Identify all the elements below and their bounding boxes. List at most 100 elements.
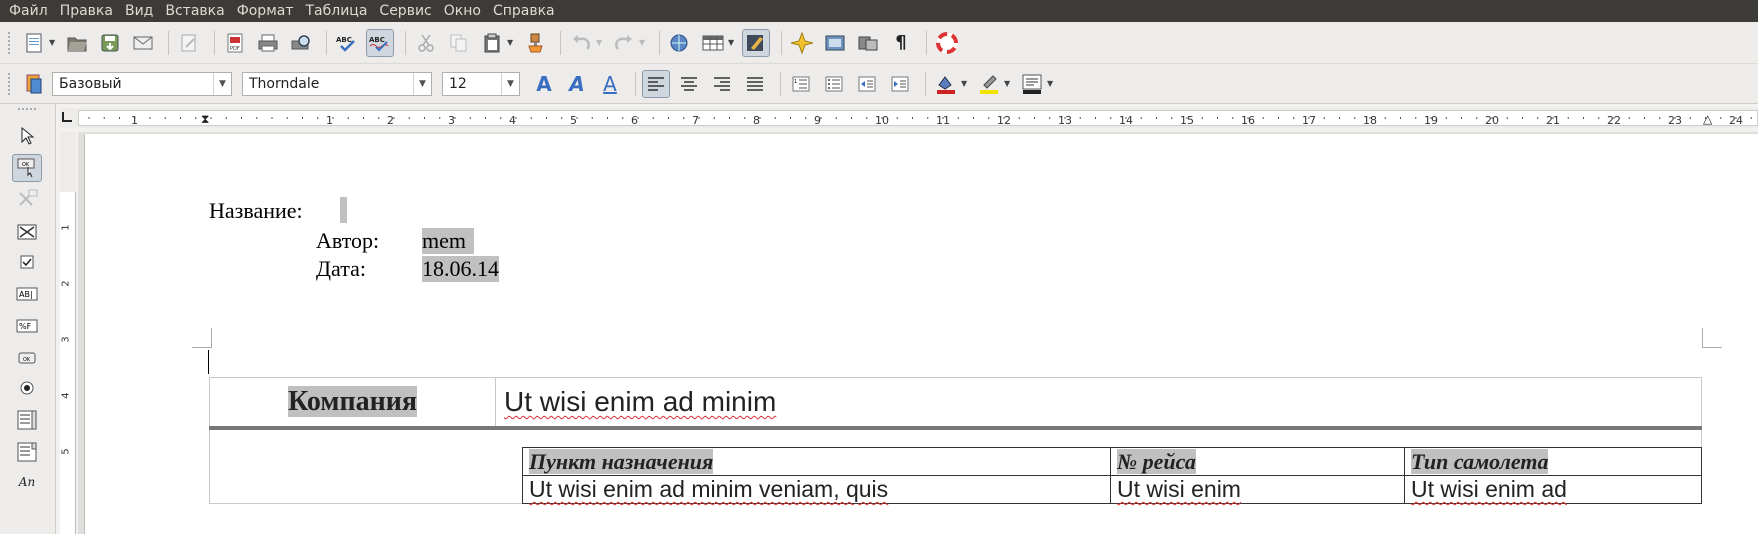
chevron-down-icon[interactable]: ▼ [213, 72, 231, 95]
title-label: Название: [209, 198, 303, 223]
new-dropdown-arrow[interactable]: ▼ [49, 38, 57, 47]
align-center-icon[interactable] [675, 70, 703, 98]
author-field[interactable]: mem [422, 228, 474, 254]
font-size-combo[interactable]: 12 ▼ [442, 71, 520, 96]
edit-file-icon[interactable] [175, 29, 203, 57]
undo-icon[interactable] [567, 29, 595, 57]
menu-insert[interactable]: Вставка [162, 3, 233, 19]
menu-table[interactable]: Таблица [303, 3, 377, 19]
formatted-field-icon[interactable]: %F [12, 312, 42, 340]
combo-box-icon[interactable] [12, 438, 42, 466]
toolbar-grip[interactable] [18, 108, 36, 111]
ruler-number: 4 [509, 114, 516, 127]
vertical-ruler[interactable]: 1 2 3 4 5 [60, 132, 76, 534]
menu-format[interactable]: Формат [234, 3, 303, 19]
new-document-icon[interactable] [20, 29, 48, 57]
formatting-marks-icon[interactable]: ¶ [887, 29, 915, 57]
print-preview-icon[interactable] [287, 29, 315, 57]
menu-file[interactable]: Файл [6, 3, 57, 19]
paste-dropdown-arrow[interactable]: ▼ [507, 38, 515, 47]
italic-icon[interactable]: A [563, 70, 591, 98]
vertical-ruler-number: 5 [60, 448, 72, 455]
data-sources-icon[interactable] [854, 29, 882, 57]
menu-window[interactable]: Окно [441, 3, 490, 19]
date-field[interactable]: 18.06.14 [422, 256, 499, 282]
justify-icon[interactable] [741, 70, 769, 98]
title-field[interactable] [340, 197, 347, 223]
company-header-cell[interactable]: Компания [209, 377, 496, 427]
left-indent-marker[interactable]: ⧗ [201, 112, 209, 127]
flight-number-cell[interactable]: Ut wisi enim [1110, 475, 1405, 504]
flight-number-header-cell[interactable]: № рейса [1110, 447, 1405, 476]
autospellcheck-icon[interactable]: ABC [366, 28, 394, 57]
tab-type-icon[interactable] [62, 112, 72, 122]
table-icon[interactable] [699, 29, 727, 57]
push-button-icon[interactable]: OK [12, 154, 42, 182]
separator [635, 71, 636, 96]
aircraft-type-header-cell[interactable]: Тип самолета [1404, 447, 1702, 476]
right-indent-marker[interactable]: △ [1703, 112, 1712, 126]
redo-dropdown-arrow[interactable]: ▼ [639, 38, 647, 47]
save-icon[interactable] [96, 29, 124, 57]
gallery-icon[interactable] [821, 29, 849, 57]
font-name-combo[interactable]: Thorndale ▼ [242, 71, 432, 96]
numbering-icon[interactable]: 1 [787, 70, 815, 98]
show-draw-functions-icon[interactable] [742, 28, 770, 57]
align-right-icon[interactable] [708, 70, 736, 98]
copy-icon[interactable] [445, 29, 473, 57]
export-pdf-icon[interactable]: PDF [221, 29, 249, 57]
table-dropdown-arrow[interactable]: ▼ [728, 38, 736, 47]
highlight-dropdown-arrow[interactable]: ▼ [1004, 79, 1012, 88]
redo-icon[interactable] [610, 29, 638, 57]
destination-cell[interactable]: Ut wisi enim ad minim veniam, quis [522, 475, 1111, 504]
navigator-icon[interactable] [788, 29, 816, 57]
spellcheck-icon[interactable]: ABC [333, 29, 361, 57]
background-color-dropdown-arrow[interactable]: ▼ [1047, 79, 1055, 88]
list-box-icon[interactable] [12, 406, 42, 434]
font-color-icon[interactable] [932, 70, 960, 98]
select-icon[interactable] [12, 122, 42, 150]
cut-icon[interactable] [412, 29, 440, 57]
chevron-down-icon[interactable]: ▼ [413, 72, 431, 95]
highlight-icon[interactable] [975, 70, 1003, 98]
checkbox-icon[interactable] [12, 248, 42, 276]
print-icon[interactable] [254, 29, 282, 57]
design-mode-icon[interactable] [12, 186, 42, 214]
underline-icon[interactable]: A [596, 70, 624, 98]
help-icon[interactable] [933, 29, 961, 57]
separator [659, 30, 660, 55]
styles-icon[interactable] [20, 70, 48, 98]
email-icon[interactable] [129, 29, 157, 57]
undo-dropdown-arrow[interactable]: ▼ [596, 38, 604, 47]
hyperlink-icon[interactable] [666, 29, 694, 57]
menu-edit[interactable]: Правка [57, 3, 122, 19]
paragraph-style-combo[interactable]: Базовый ▼ [52, 71, 232, 96]
paste-icon[interactable] [478, 29, 506, 57]
button-icon[interactable]: OK [12, 344, 42, 372]
option-button-icon[interactable] [12, 374, 42, 402]
toolbar-grip[interactable] [8, 72, 12, 95]
menu-bar: Файл Правка Вид Вставка Формат Таблица С… [0, 0, 1758, 22]
aircraft-type-cell[interactable]: Ut wisi enim ad [1404, 475, 1702, 504]
chevron-down-icon[interactable]: ▼ [501, 72, 519, 95]
decrease-indent-icon[interactable] [853, 70, 881, 98]
align-left-icon[interactable] [642, 69, 670, 98]
control-wizard-icon[interactable] [12, 218, 42, 246]
svg-text:ABC: ABC [369, 36, 385, 44]
background-color-icon[interactable] [1018, 70, 1046, 98]
label-field-icon[interactable]: An [12, 468, 42, 496]
text-box-icon[interactable]: AB| [12, 280, 42, 308]
font-color-dropdown-arrow[interactable]: ▼ [961, 79, 969, 88]
toolbar-grip[interactable] [8, 31, 12, 54]
bullets-icon[interactable] [820, 70, 848, 98]
open-icon[interactable] [63, 29, 91, 57]
horizontal-ruler[interactable]: 1 1 2 3 4 5 6 7 8 9 10 11 12 13 14 15 16 17 18 19 20 21 22 23 2… [60, 108, 1758, 128]
menu-tools[interactable]: Сервис [376, 3, 440, 19]
menu-help[interactable]: Справка [490, 3, 564, 19]
bold-icon[interactable]: A [530, 70, 558, 98]
menu-view[interactable]: Вид [122, 3, 162, 19]
destination-header-cell[interactable]: Пункт назначения [522, 447, 1111, 476]
increase-indent-icon[interactable] [886, 70, 914, 98]
clone-formatting-icon[interactable] [521, 29, 549, 57]
company-value-cell[interactable]: Ut wisi enim ad minim [495, 377, 1702, 427]
